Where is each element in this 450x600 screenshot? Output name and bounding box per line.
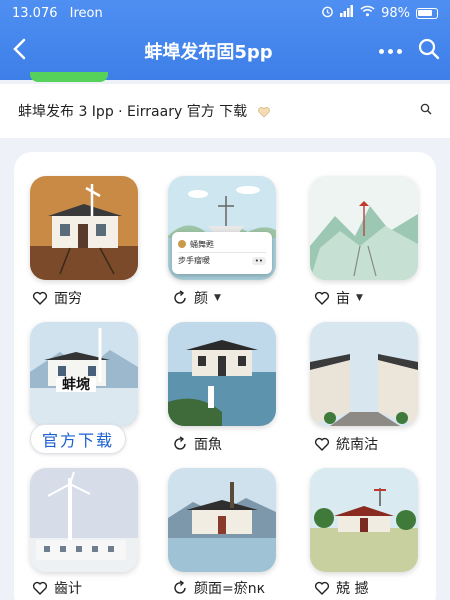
- heart-outline-icon: [32, 581, 48, 595]
- tile-caption[interactable]: 兢 撼: [314, 578, 368, 598]
- tile-caption[interactable]: 颜面=瘀nк: [172, 578, 265, 598]
- caption-text: 颜: [194, 291, 208, 307]
- popup-title: 蛹舞甦: [190, 239, 214, 249]
- sub-header-label: 蚌埠发布 3 Ipp · Eirraary 官方 下载: [18, 104, 248, 120]
- tile-caption[interactable]: 面穷: [32, 288, 82, 308]
- status-bar: 13.076 Ireon 98%: [0, 0, 450, 26]
- popup-row: 蛹舞甦: [178, 236, 266, 252]
- back-button[interactable]: [10, 37, 38, 66]
- house-tower-illustration: [30, 176, 138, 280]
- page-title: 蚌埠发布固5pp: [144, 42, 273, 63]
- battery-percent: 98%: [381, 5, 410, 21]
- caption-text: 颜面=瘀nк: [194, 581, 266, 597]
- caption-text: 面魚: [194, 437, 222, 453]
- signal-icon: [340, 5, 354, 21]
- info-popup[interactable]: 蛹舞甦 步手瘤暖 ••: [172, 232, 272, 274]
- lake-house-illustration: [168, 468, 276, 572]
- green-tab-chip[interactable]: [30, 72, 108, 82]
- status-icons: 98%: [321, 5, 438, 22]
- gate-courtyard-illustration: [310, 468, 418, 572]
- heart-outline-icon: [314, 437, 330, 451]
- tile-caption[interactable]: 統南沽: [314, 434, 378, 454]
- refresh-icon: [174, 436, 186, 450]
- search-small-button[interactable]: [420, 103, 432, 119]
- carrier: Ireon: [69, 5, 103, 21]
- caption-text: 亩: [336, 291, 350, 307]
- heart-badge-icon: [257, 106, 270, 118]
- caption-text: 面穷: [54, 291, 82, 307]
- popup-row: 步手瘤暖 ••: [178, 252, 266, 268]
- tile-caption[interactable]: 面魚: [172, 434, 222, 454]
- sub-header: 蚌埠发布 3 Ipp · Eirraary 官方 下载: [0, 84, 450, 138]
- status-time: 13.076 Ireon: [12, 6, 321, 21]
- app-bar: 13.076 Ireon 98% 蚌埠发布固5pp: [0, 0, 450, 82]
- more-button[interactable]: [379, 48, 402, 54]
- wifi-icon: [360, 5, 375, 21]
- popup-subtitle: 步手瘤暖: [178, 256, 210, 265]
- tile-caption[interactable]: 亩 ▼: [314, 288, 363, 308]
- popup-chip[interactable]: ••: [251, 256, 266, 265]
- caption-text: 齒计: [54, 581, 82, 597]
- tile-lake-house[interactable]: [168, 468, 276, 572]
- refresh-icon: [174, 580, 186, 594]
- tile-pavilion-lake[interactable]: [168, 322, 276, 426]
- refresh-icon: [174, 290, 186, 304]
- search-icon: [418, 38, 440, 60]
- search-button[interactable]: [418, 38, 440, 64]
- nav-actions: [379, 38, 440, 64]
- tile-village-street[interactable]: [310, 322, 418, 426]
- wind-tower-illustration: [30, 468, 138, 572]
- tile-mountains-path[interactable]: [310, 176, 418, 280]
- official-download-button[interactable]: 官方下载: [30, 424, 126, 454]
- heart-outline-icon: [314, 581, 330, 595]
- pavilion-lake-illustration: [168, 322, 276, 426]
- tile-caption[interactable]: 齒计: [32, 578, 82, 598]
- village-street-illustration: [310, 322, 418, 426]
- sub-header-text: 蚌埠发布 3 Ipp · Eirraary 官方 下载: [18, 101, 420, 121]
- caption-text: 兢 撼: [336, 581, 369, 597]
- tile-gate-courtyard[interactable]: [310, 468, 418, 572]
- heart-outline-icon: [314, 291, 330, 305]
- avatar-dot: [178, 240, 186, 248]
- caption-text: 統南沽: [336, 437, 378, 453]
- tile-house-tower[interactable]: [30, 176, 138, 280]
- nav-row: 蚌埠发布固5pp: [0, 26, 450, 76]
- caret-down-icon: ▼: [214, 293, 221, 303]
- alarm-icon: [321, 5, 334, 22]
- search-icon: [420, 103, 432, 115]
- chevron-left-icon: [13, 38, 26, 59]
- caret-down-icon: ▼: [356, 293, 363, 303]
- battery-icon: [416, 7, 438, 19]
- tile-wind-tower[interactable]: [30, 468, 138, 572]
- clock: 13.076: [12, 5, 58, 21]
- tile-badge: 蚌埦: [62, 377, 90, 393]
- mountain-path-illustration: [310, 176, 418, 280]
- tile-caption[interactable]: 颜 ▼: [172, 288, 221, 308]
- heart-outline-icon: [32, 291, 48, 305]
